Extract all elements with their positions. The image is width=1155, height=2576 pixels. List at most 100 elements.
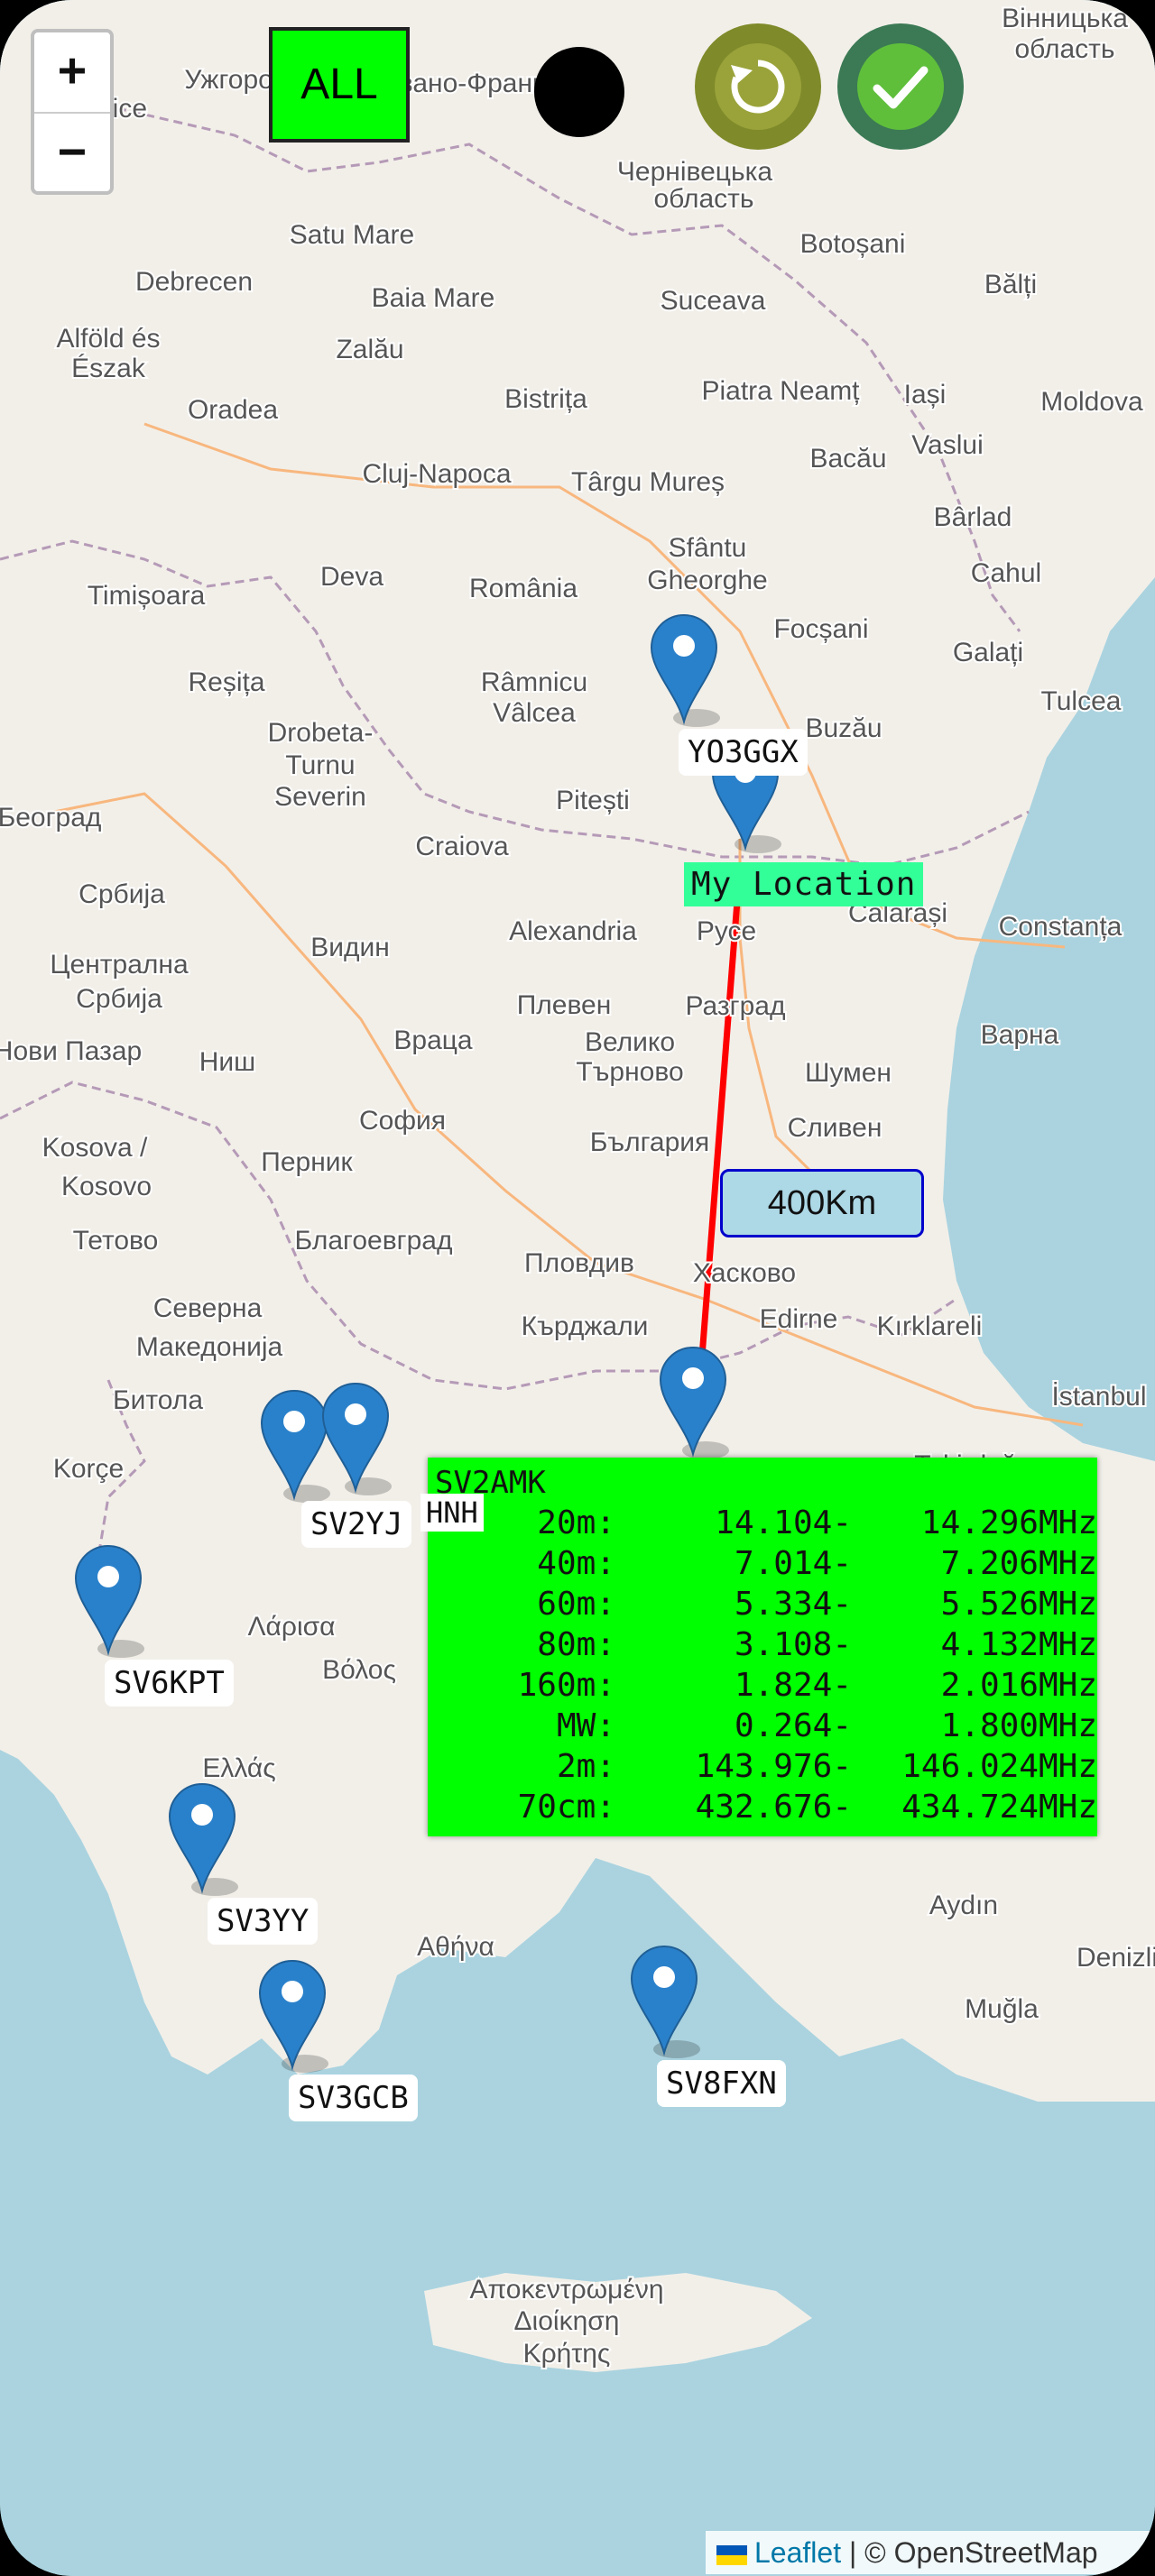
place-label: София — [359, 1106, 446, 1136]
place-label: Focșani — [773, 614, 868, 644]
zoom-out-button[interactable]: − — [34, 112, 110, 193]
map[interactable]: KošiceУжгородІвано-ФранківськаЧернівецьк… — [0, 0, 1155, 2576]
place-label: Хасково — [693, 1258, 796, 1288]
frequency-lo: 14.104- — [715, 1504, 852, 1541]
place-label: Timișoara — [88, 581, 206, 611]
frequency-row: 70cm: 432.676- 434.724MHz — [435, 1787, 1097, 1827]
popup-callsign: SV2AMK — [435, 1465, 546, 1501]
place-label: Србија — [76, 984, 162, 1014]
place-label: Gheorghe — [647, 566, 767, 595]
place-label: Galați — [953, 638, 1023, 667]
frequency-band: 60m: — [537, 1586, 615, 1623]
frequency-lo: 1.824- — [734, 1667, 852, 1704]
place-label: Moldova — [1040, 387, 1143, 417]
place-label: Търново — [576, 1057, 683, 1087]
confirm-button[interactable] — [837, 23, 964, 150]
place-label: Αθήνα — [417, 1932, 494, 1962]
marker-label-sv2yj: SV2YJ — [301, 1501, 412, 1548]
frequency-hi: 7.206MHz — [940, 1545, 1097, 1582]
frequency-lo: 3.108- — [734, 1626, 852, 1663]
place-label: Drobeta- — [268, 718, 374, 748]
place-label: Северна — [153, 1293, 263, 1323]
frequency-row: MW: 0.264- 1.800MHz — [435, 1706, 1097, 1746]
place-label: Baia Mare — [372, 283, 495, 313]
place-label: Διοίκηση — [514, 2306, 620, 2336]
place-label: Deva — [320, 562, 383, 592]
frequency-hi: 146.024MHz — [901, 1748, 1097, 1785]
place-label: Târgu Mureș — [571, 467, 725, 497]
place-label: Београд — [0, 803, 101, 833]
frequency-band: MW: — [556, 1707, 615, 1744]
place-label: Kosova / — [42, 1133, 148, 1163]
place-label: Κρήτης — [523, 2339, 611, 2369]
attribution-text: | © OpenStreetMap — [841, 2536, 1098, 2569]
place-label: Македонија — [136, 1332, 283, 1362]
place-label: Битола — [113, 1385, 203, 1415]
frequency-band: 70cm: — [517, 1789, 615, 1826]
place-label: Пловдив — [524, 1248, 634, 1278]
leaflet-link[interactable]: Leaflet — [754, 2536, 841, 2569]
frequency-hi: 2.016MHz — [940, 1667, 1097, 1704]
frequency-band: 160m: — [517, 1667, 615, 1704]
place-label: Zalău — [336, 335, 403, 364]
place-label: Кърджали — [522, 1311, 649, 1341]
place-label: Ниш — [199, 1047, 256, 1077]
place-label: Русе — [697, 916, 756, 946]
frequency-lo: 7.014- — [734, 1545, 852, 1582]
all-button[interactable]: ALL — [269, 27, 410, 143]
frequency-hi: 4.132MHz — [940, 1626, 1097, 1663]
frequency-hi: 434.724MHz — [901, 1789, 1097, 1826]
place-label: Чернівецька — [617, 157, 772, 187]
frequency-lo: 143.976- — [695, 1748, 852, 1785]
place-label: България — [590, 1127, 710, 1157]
place-label: Sfântu — [669, 533, 747, 563]
place-label: Pitești — [556, 786, 630, 815]
place-label: Варна — [981, 1020, 1059, 1050]
frequency-band: 80m: — [537, 1626, 615, 1663]
place-label: область — [653, 184, 753, 214]
place-label: Шумен — [805, 1058, 892, 1088]
place-label: Cluj-Napoca — [362, 459, 511, 489]
place-label: Piatra Neamț — [701, 376, 860, 406]
place-label: Suceava — [661, 286, 766, 316]
place-label: Satu Mare — [290, 220, 414, 250]
frequency-lo: 5.334- — [734, 1586, 852, 1623]
place-label: Oradea — [188, 395, 278, 425]
checkmark-icon — [873, 66, 929, 109]
place-label: Muğla — [965, 1994, 1039, 2024]
place-label: Iași — [904, 380, 947, 409]
distance-label: 400Km — [720, 1169, 924, 1237]
place-label: Alexandria — [509, 916, 637, 946]
place-label: Тетово — [73, 1226, 159, 1256]
place-label: Србија — [79, 879, 165, 909]
place-label: Велико — [585, 1027, 675, 1057]
place-label: Враца — [393, 1026, 473, 1055]
place-label: Vâlcea — [493, 698, 576, 728]
zoom-in-button[interactable]: + — [34, 32, 110, 112]
zoom-control: + − — [31, 29, 114, 195]
place-label: Βόλος — [322, 1655, 396, 1685]
ukraine-flag-icon — [716, 2544, 747, 2565]
place-label: Edirne — [760, 1304, 838, 1334]
frequency-popup[interactable]: SV2AMK 20m: 14.104- 14.296MHz 40m: 7.014- 7.2… — [428, 1458, 1097, 1836]
place-label: область — [1014, 34, 1114, 64]
place-label: Видин — [310, 933, 390, 962]
place-label: Denizli — [1076, 1943, 1155, 1973]
place-label: Turnu — [285, 750, 355, 780]
frequency-row: 60m: 5.334- 5.526MHz — [435, 1584, 1097, 1624]
place-label: Buzău — [805, 713, 882, 743]
place-label: Централна — [50, 950, 189, 980]
reset-button[interactable] — [695, 23, 821, 150]
frequency-table: 20m: 14.104- 14.296MHz 40m: 7.014- 7.206MHz 60… — [435, 1503, 1097, 1827]
frequency-row: 160m: 1.824- 2.016MHz — [435, 1665, 1097, 1706]
my-location-label: My Location — [684, 862, 924, 906]
place-label: Craiova — [415, 832, 509, 861]
place-label: Bârlad — [934, 502, 1012, 532]
place-label: Constanța — [999, 912, 1123, 942]
place-label: Ελλάς — [202, 1753, 275, 1783]
place-label: Aydın — [929, 1891, 998, 1920]
record-indicator[interactable] — [534, 47, 624, 137]
place-label: Debrecen — [135, 267, 253, 297]
frequency-hi: 1.800MHz — [940, 1707, 1097, 1744]
place-label: Разград — [686, 991, 786, 1021]
